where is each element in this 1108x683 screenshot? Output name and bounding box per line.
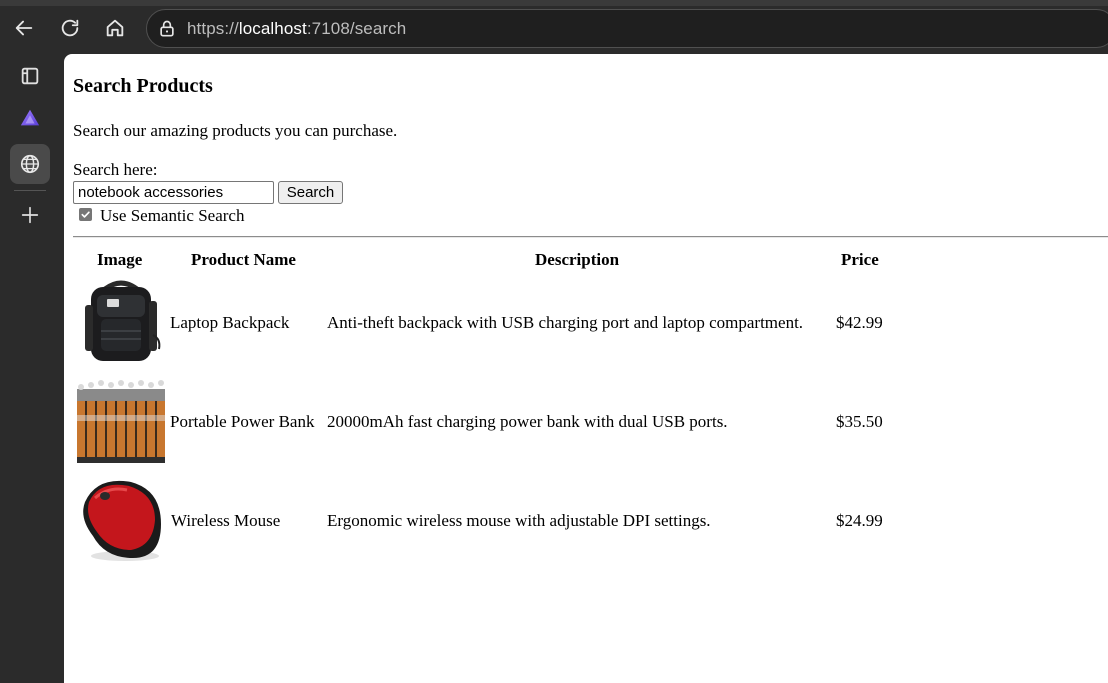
row-3-name: Wireless Mouse [171, 511, 281, 530]
app-tab[interactable] [10, 98, 50, 138]
search-input[interactable] [73, 181, 274, 204]
header-product-name: Product Name [191, 250, 296, 269]
url-text: https://localhost:7108/search [187, 18, 407, 38]
address-bar[interactable]: https://localhost:7108/search [146, 9, 1108, 48]
semantic-search-checkbox[interactable] [79, 208, 92, 221]
row-2-name: Portable Power Bank [170, 412, 315, 431]
new-tab-button[interactable] [10, 195, 50, 235]
reload-icon [61, 19, 79, 37]
search-label: Search here: [73, 160, 158, 179]
checkmark-icon [81, 211, 90, 218]
intro-text: Search our amazing products you can purc… [73, 121, 398, 140]
window-edge [0, 0, 1108, 6]
back-arrow-icon [15, 20, 33, 36]
mouse-image [75, 472, 167, 564]
page-title: Search Products [73, 75, 213, 97]
header-description: Description [535, 250, 620, 269]
home-button[interactable] [99, 12, 131, 44]
home-icon [106, 19, 124, 37]
semantic-search-label: Use Semantic Search [100, 206, 245, 225]
batteries-image [75, 375, 167, 467]
back-button[interactable] [8, 12, 40, 44]
header-price: Price [841, 250, 879, 269]
globe-icon [20, 154, 40, 174]
row-3-description: Ergonomic wireless mouse with adjustable… [327, 511, 711, 530]
web-tab-active[interactable] [10, 144, 50, 184]
row-1-name: Laptop Backpack [170, 313, 290, 332]
row-2-price: $35.50 [836, 412, 883, 431]
lock-icon [157, 19, 177, 39]
header-image: Image [97, 250, 143, 269]
horizontal-rule [73, 236, 1108, 238]
reload-button[interactable] [54, 12, 86, 44]
tab-panel-icon [21, 67, 39, 85]
backpack-image [75, 275, 167, 367]
row-1-price: $42.99 [836, 313, 883, 332]
sidebar-divider [14, 190, 46, 191]
triangle-logo-icon [20, 109, 40, 126]
browser-toolbar: https://localhost:7108/search [0, 0, 1108, 56]
browser-sidebar [0, 56, 64, 683]
plus-icon [21, 206, 39, 224]
page-viewport: Search Products Search our amazing produ… [64, 54, 1108, 683]
search-button[interactable]: Search [278, 181, 343, 204]
row-1-description: Anti-theft backpack with USB charging po… [327, 313, 804, 332]
row-2-description: 20000mAh fast charging power bank with d… [327, 412, 728, 431]
tab-actions-button[interactable] [10, 56, 50, 96]
row-3-price: $24.99 [836, 511, 883, 530]
